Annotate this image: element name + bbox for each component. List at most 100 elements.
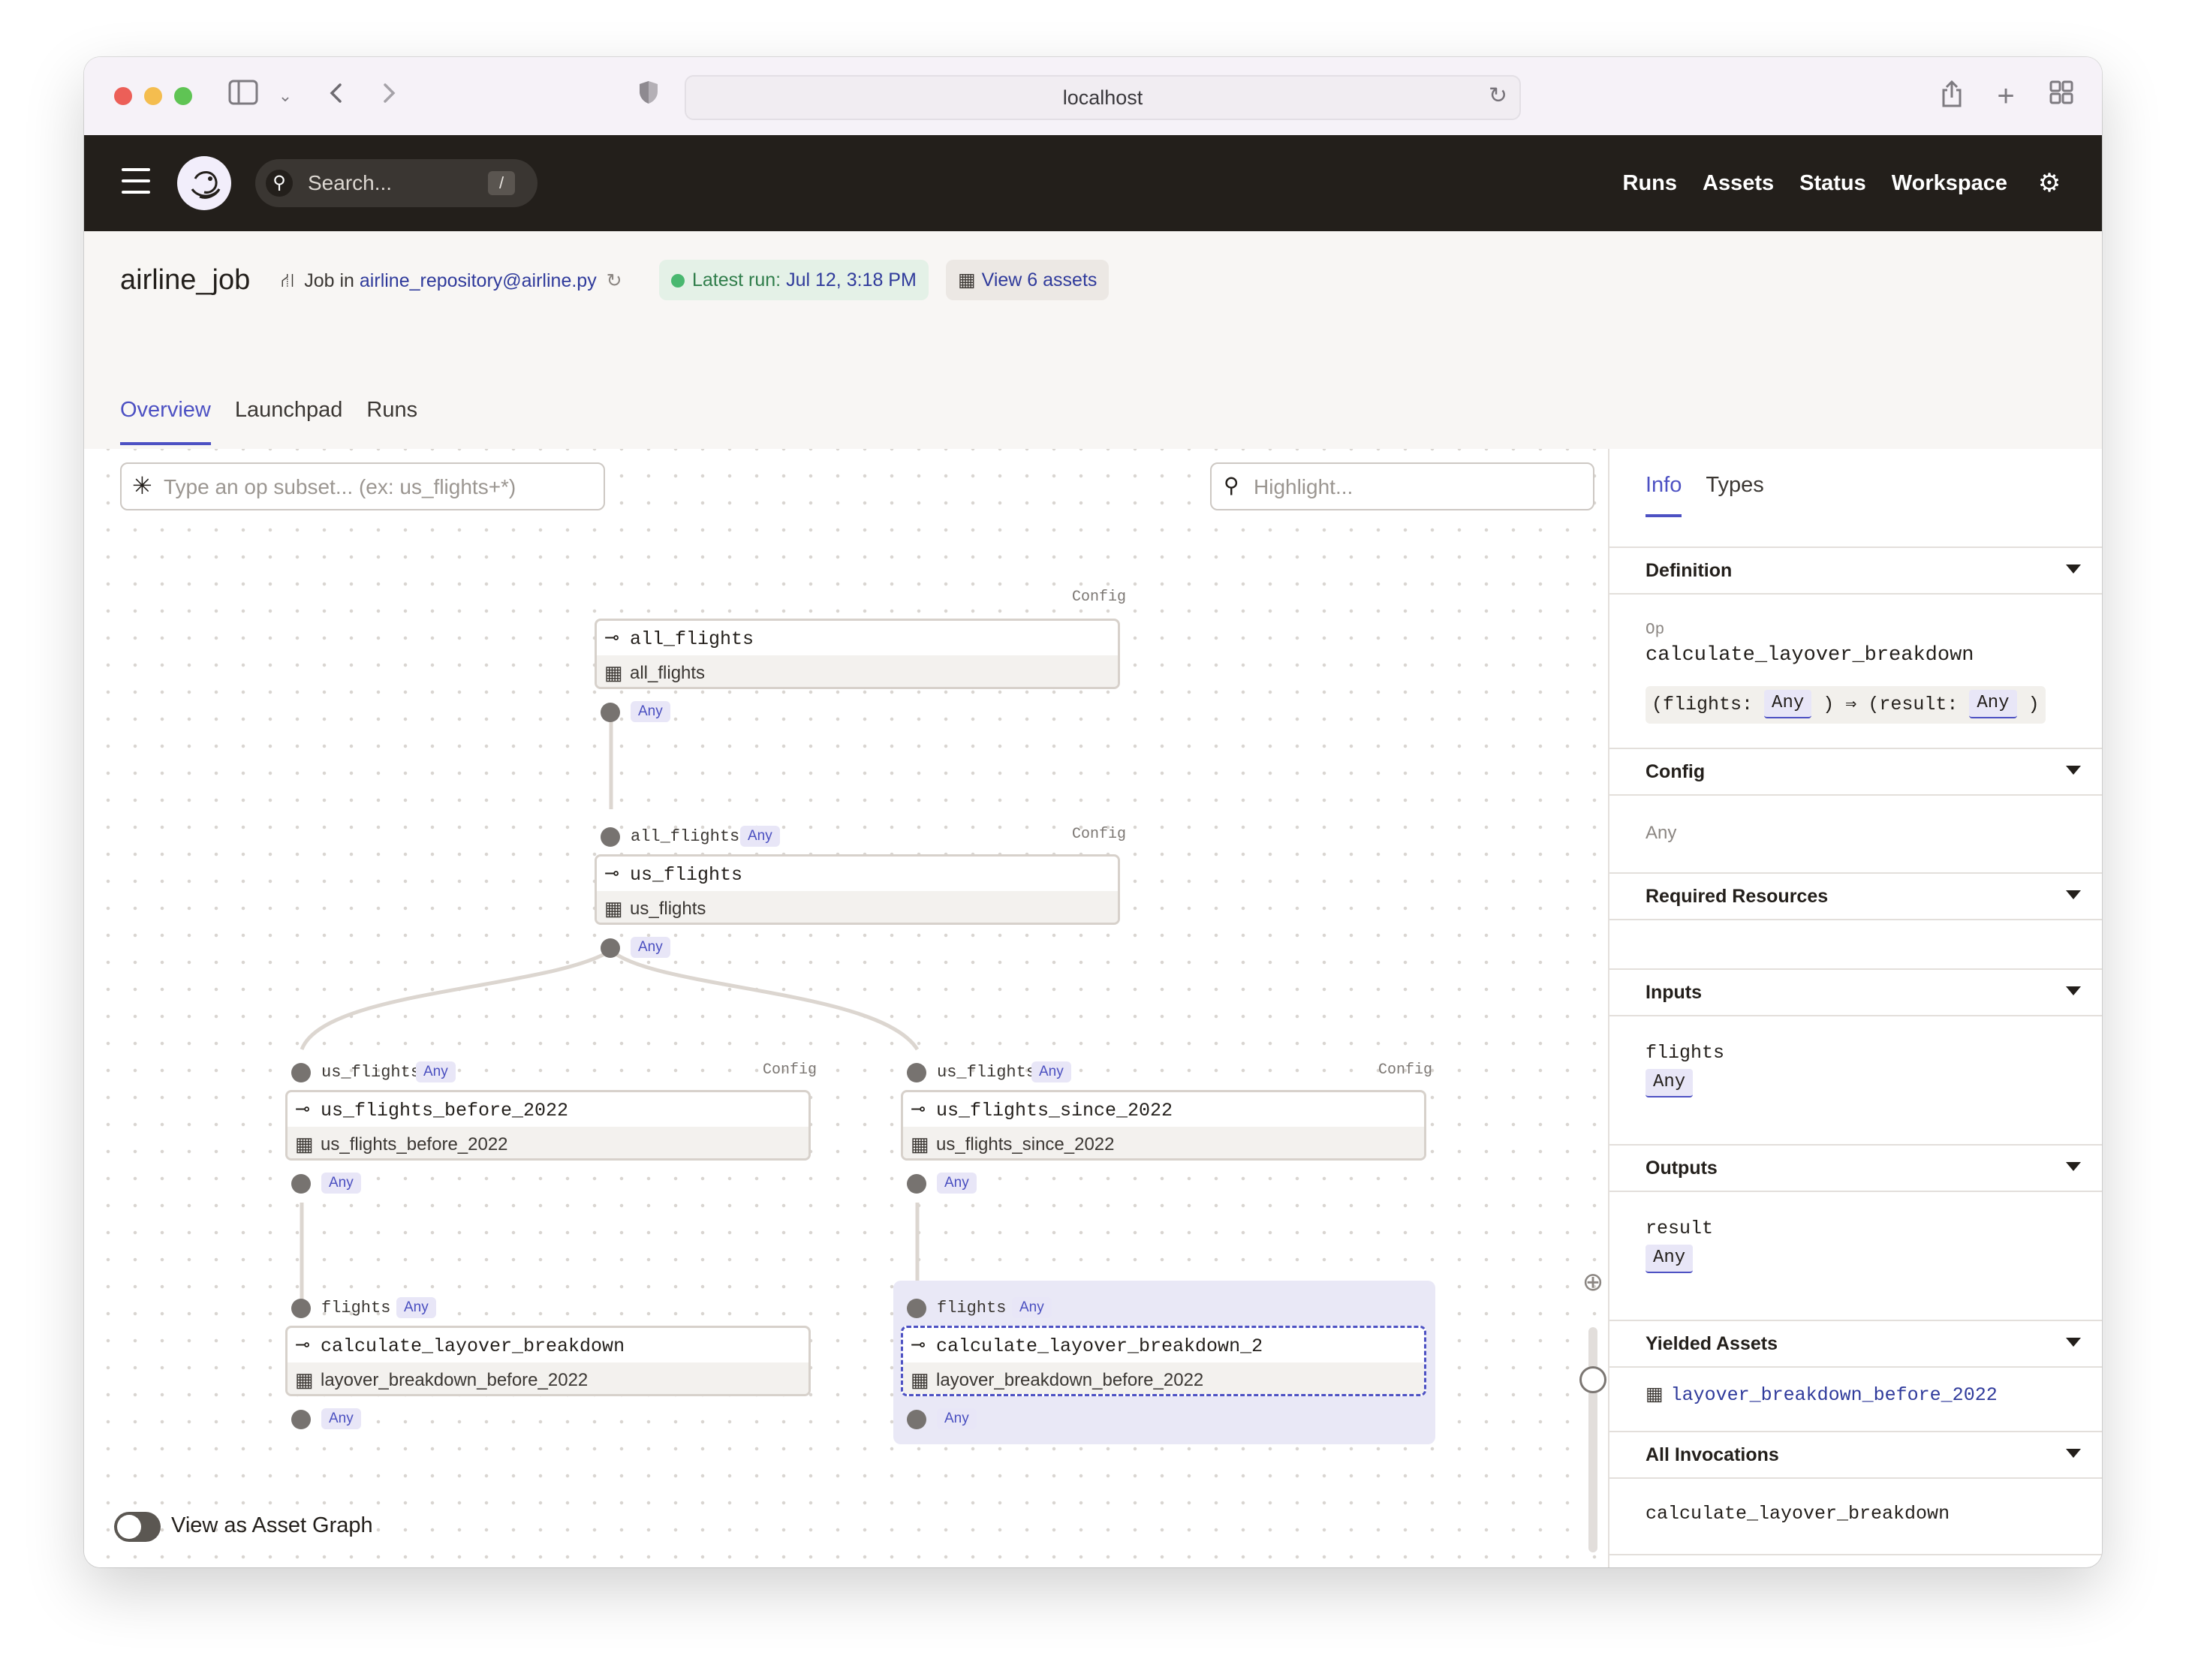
caret-down-icon — [2066, 1162, 2081, 1171]
job-tabs: Overview Launchpad Runs — [120, 398, 417, 445]
output-port[interactable]: Any — [907, 1408, 1057, 1431]
status-success-dot — [671, 274, 685, 288]
type-badge[interactable]: Any — [1646, 1069, 1694, 1097]
forward-icon[interactable] — [372, 80, 405, 113]
tab-overview[interactable]: Overview — [120, 398, 211, 445]
output-port[interactable]: Any — [601, 937, 751, 959]
input-port[interactable]: all_flights Any — [601, 826, 826, 848]
op-icon: ⊸ — [604, 863, 620, 884]
chevron-down-icon[interactable]: ⌄ — [269, 80, 302, 113]
op-node-us-flights[interactable]: ⊸ us_flights ▦ us_flights — [595, 854, 1120, 925]
op-node-calculate-layover-breakdown-2[interactable]: ⊸ calculate_layover_breakdown_2 ▦ layover_… — [901, 1326, 1426, 1396]
edge-us-flights-before-2022 — [300, 948, 613, 1050]
input-port[interactable]: flights Any — [291, 1297, 516, 1320]
tab-info[interactable]: Info — [1646, 473, 1682, 517]
zoom-out-icon[interactable]: ⊖ — [1578, 1563, 1608, 1567]
type-badge[interactable]: Any — [1969, 690, 2017, 719]
section-title: Outputs — [1646, 1158, 1718, 1179]
nav-runs[interactable]: Runs — [1623, 135, 1678, 231]
section-definition[interactable]: Definition — [1609, 546, 2102, 595]
type-badge: Any — [740, 826, 780, 847]
reload-icon[interactable]: ↻ — [1489, 83, 1507, 109]
op-graph-canvas[interactable]: ✳ ⚲ Config ⊸ all_flights ▦ all_flights Any… — [84, 449, 1608, 1567]
op-node-all-flights[interactable]: ⊸ all_flights ▦ all_flights — [595, 619, 1120, 689]
op-detail-sidebar: Info Types Definition Op calculate_layov… — [1608, 449, 2102, 1567]
repository-link[interactable]: airline_repository@airline.py — [360, 270, 597, 291]
section-required-resources[interactable]: Required Resources — [1609, 872, 2102, 920]
highlight-field[interactable] — [1252, 464, 1578, 510]
op-node-calculate-layover-breakdown[interactable]: ⊸ calculate_layover_breakdown ▦ layover_br… — [285, 1326, 811, 1396]
tab-types[interactable]: Types — [1706, 473, 1763, 517]
close-window-button[interactable] — [114, 87, 132, 105]
global-search[interactable]: ⚲ Search... / — [255, 159, 537, 207]
section-yielded-assets[interactable]: Yielded Assets — [1609, 1320, 2102, 1368]
section-all-invocations[interactable]: All Invocations — [1609, 1431, 2102, 1479]
back-icon[interactable] — [320, 80, 353, 113]
section-config[interactable]: Config — [1609, 748, 2102, 796]
minimize-window-button[interactable] — [144, 87, 162, 105]
tab-overview-icon[interactable] — [2045, 80, 2078, 113]
type-badge: Any — [937, 1173, 977, 1194]
view-assets-button[interactable]: ▦ View 6 assets — [946, 260, 1110, 300]
section-title: Inputs — [1646, 982, 1702, 1003]
output-port[interactable]: Any — [601, 701, 751, 724]
search-icon: ⚲ — [266, 170, 293, 197]
zoom-slider-handle[interactable] — [1579, 1366, 1606, 1393]
table-icon: ▦ — [295, 1368, 314, 1391]
asset-name: us_flights_before_2022 — [321, 1134, 508, 1155]
section-title: Config — [1646, 761, 1706, 782]
type-badge[interactable]: Any — [1646, 1245, 1694, 1273]
yielded-asset-link[interactable]: ▦ layover_breakdown_before_2022 — [1646, 1383, 1998, 1406]
section-inputs[interactable]: Inputs — [1609, 968, 2102, 1016]
asset-graph-toggle[interactable] — [114, 1512, 161, 1542]
nav-status[interactable]: Status — [1799, 135, 1866, 231]
input-port[interactable]: flights Any — [907, 1297, 1132, 1320]
sidebar-toggle-icon[interactable] — [227, 80, 260, 113]
zoom-in-icon[interactable]: ⊕ — [1578, 1267, 1608, 1297]
op-node-us-flights-before-2022[interactable]: ⊸ us_flights_before_2022 ▦ us_flights_befo… — [285, 1090, 811, 1161]
gear-icon[interactable]: ⚙ — [2034, 168, 2064, 198]
input-name: flights — [1646, 1042, 1725, 1064]
section-outputs[interactable]: Outputs — [1609, 1144, 2102, 1192]
dagster-logo[interactable] — [177, 156, 231, 210]
share-icon[interactable] — [1935, 80, 1968, 113]
latest-run-badge[interactable]: Latest run: Jul 12, 3:18 PM — [659, 260, 929, 300]
op-signature: (flights: Any ) ⇒ (result: Any ) — [1646, 686, 2046, 724]
section-title: Yielded Assets — [1646, 1333, 1778, 1354]
op-name: all_flights — [630, 628, 754, 650]
edge-us-flights-since-2022 — [610, 949, 920, 1051]
highlight-input[interactable]: ⚲ — [1210, 462, 1594, 510]
invocation-row[interactable]: calculate_layover_breakdown — [1609, 1477, 2102, 1555]
output-port[interactable]: Any — [291, 1173, 441, 1195]
nav-assets[interactable]: Assets — [1703, 135, 1774, 231]
input-port[interactable]: us_flights Any — [291, 1061, 516, 1084]
asset-graph-toggle-label: View as Asset Graph — [171, 1513, 373, 1537]
input-port[interactable]: us_flights Any — [907, 1061, 1132, 1084]
op-icon: ⊸ — [911, 1335, 926, 1355]
menu-icon[interactable] — [122, 168, 150, 194]
search-placeholder: Search... — [308, 171, 393, 194]
input-name: us_flights — [321, 1063, 421, 1082]
output-port[interactable]: Any — [907, 1173, 1057, 1195]
config-label: Config — [763, 1061, 817, 1079]
new-tab-icon[interactable]: + — [1989, 80, 2022, 113]
table-icon: ▦ — [911, 1368, 929, 1391]
op-icon: ⊸ — [604, 628, 620, 648]
tab-runs[interactable]: Runs — [366, 398, 417, 445]
op-node-us-flights-since-2022[interactable]: ⊸ us_flights_since_2022 ▦ us_flights_since… — [901, 1090, 1426, 1161]
tab-launchpad[interactable]: Launchpad — [235, 398, 343, 445]
address-bar[interactable]: localhost ↻ — [685, 75, 1521, 120]
nav-workspace[interactable]: Workspace — [1892, 135, 2007, 231]
op-subset-input[interactable]: ✳ — [120, 462, 605, 510]
job-meta-prefix: Job in — [304, 270, 354, 291]
output-port[interactable]: Any — [291, 1408, 441, 1431]
maximize-window-button[interactable] — [174, 87, 192, 105]
op-subset-field[interactable] — [162, 464, 586, 510]
invocation-row[interactable]: calculate_layover_breakdown_2 — [1609, 1555, 2102, 1567]
reload-repository-icon[interactable]: ↻ — [607, 270, 622, 291]
zoom-slider-track[interactable] — [1588, 1327, 1597, 1552]
zoom-control: ⊕ ⊖ — [1578, 1267, 1608, 1567]
job-location: ⛙ Job in airline_repository@airline.py ↻ — [281, 269, 622, 295]
input-name: flights — [937, 1299, 1007, 1317]
type-badge[interactable]: Any — [1764, 690, 1812, 719]
